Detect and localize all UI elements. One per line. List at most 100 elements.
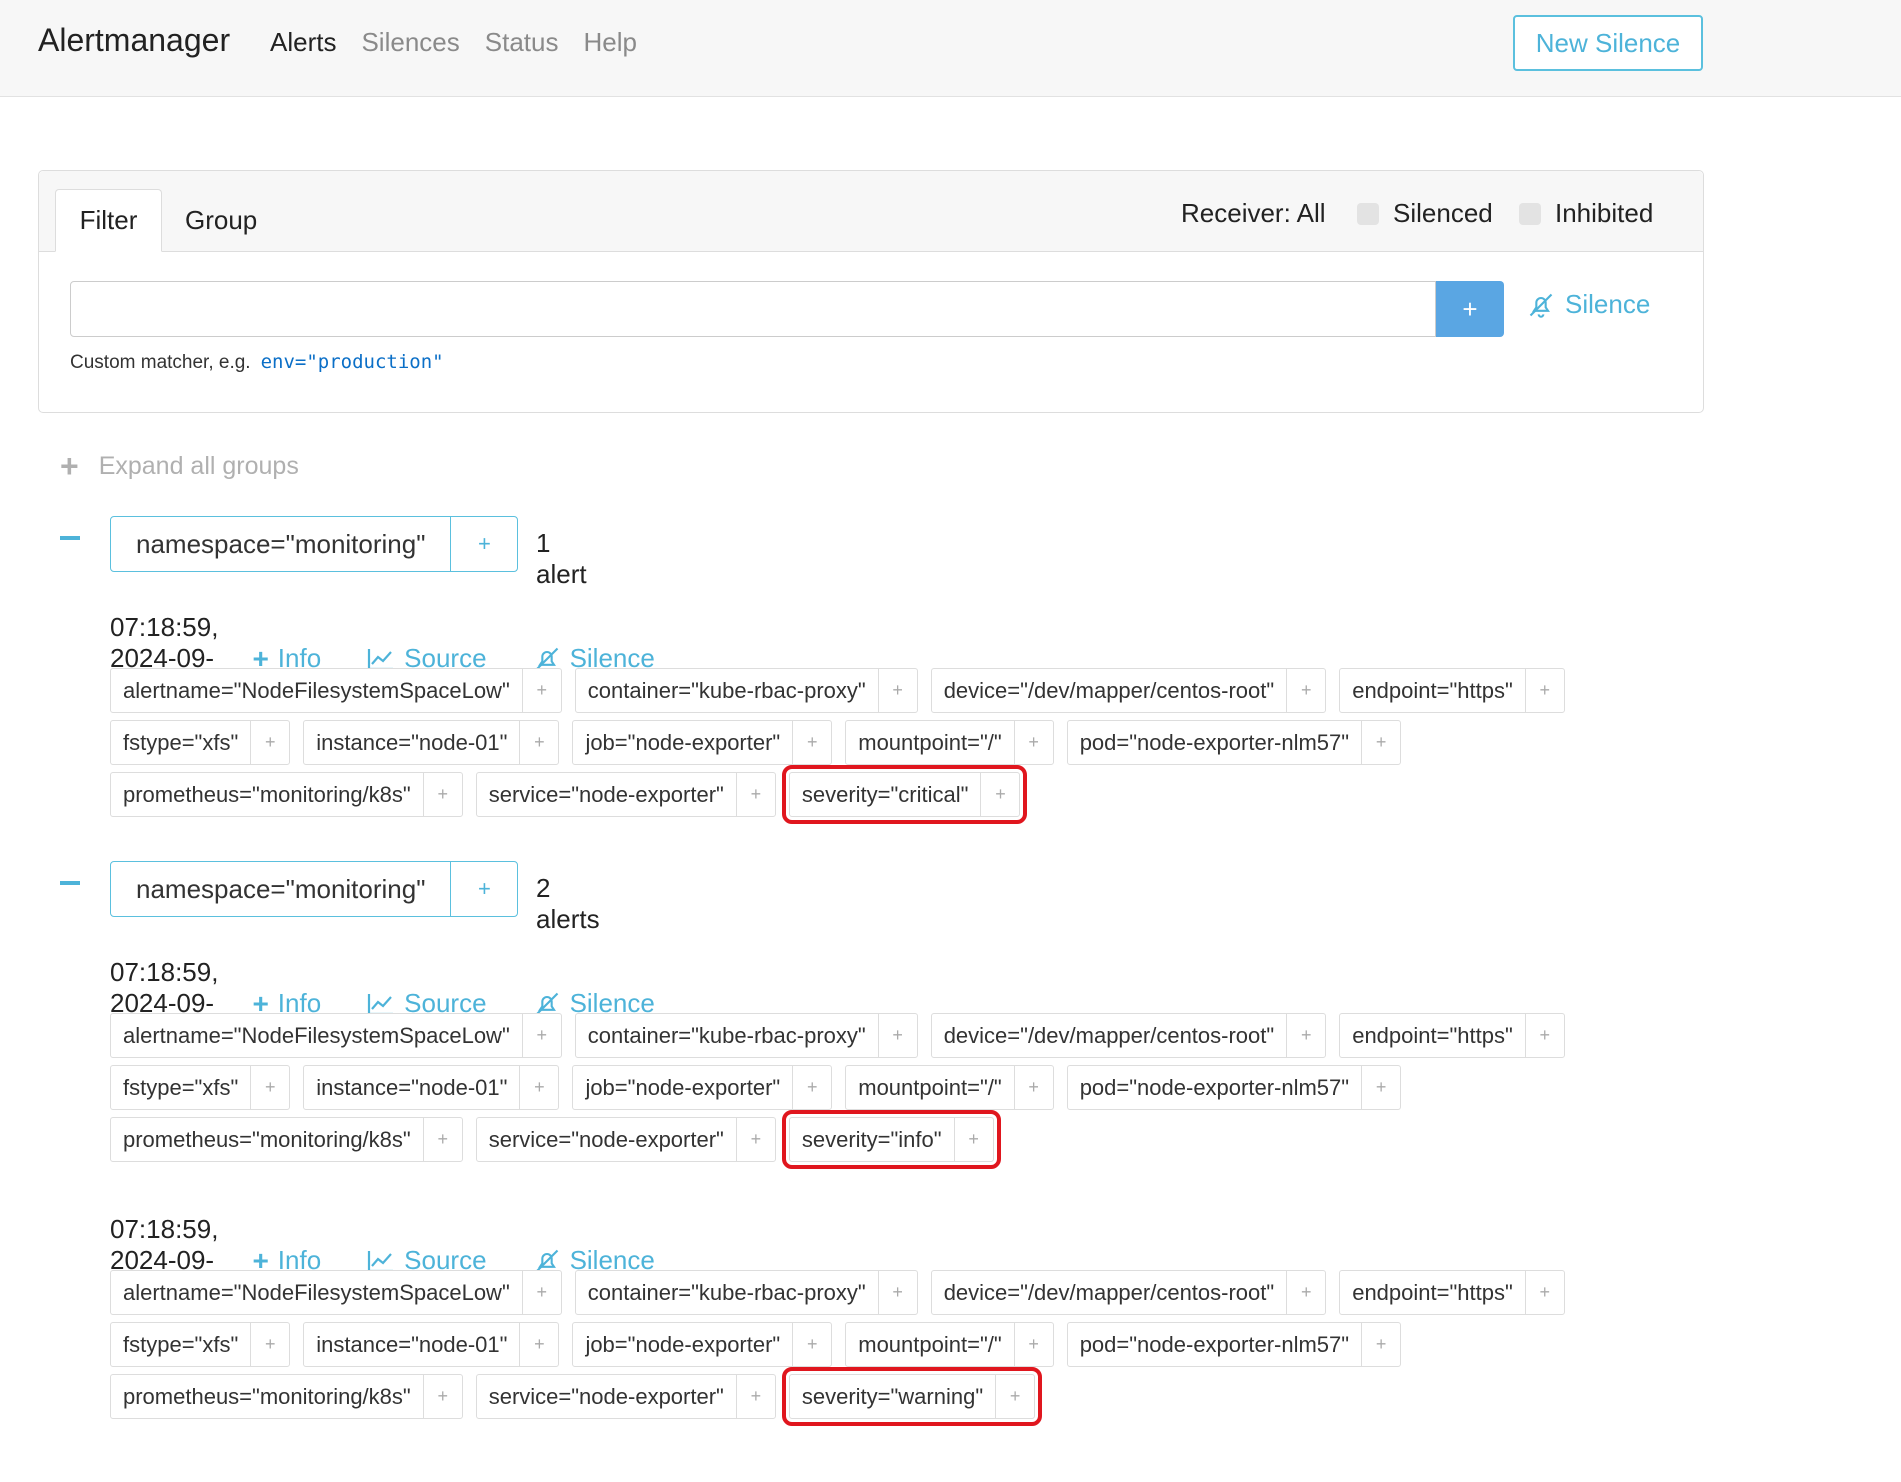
label-chip[interactable]: severity="warning" +	[781, 1367, 1043, 1426]
label-add-button[interactable]: +	[996, 1375, 1034, 1418]
label-chip[interactable]: alertname="NodeFilesystemSpaceLow" +	[110, 1013, 562, 1058]
label-chip-text[interactable]: prometheus="monitoring/k8s"	[111, 773, 424, 816]
label-add-button[interactable]: +	[737, 1118, 775, 1161]
label-chip-text[interactable]: endpoint="https"	[1340, 1271, 1526, 1314]
label-add-button[interactable]: +	[1015, 1066, 1053, 1109]
label-chip-text[interactable]: prometheus="monitoring/k8s"	[111, 1118, 424, 1161]
brand-logo[interactable]: Alertmanager	[38, 22, 230, 59]
label-chip[interactable]: prometheus="monitoring/k8s" +	[110, 1117, 463, 1162]
label-add-button[interactable]: +	[1015, 1323, 1053, 1366]
label-chip-text[interactable]: endpoint="https"	[1340, 1014, 1526, 1057]
label-add-button[interactable]: +	[520, 721, 558, 764]
label-add-button[interactable]: +	[1015, 721, 1053, 764]
label-chip[interactable]: fstype="xfs" +	[110, 1065, 291, 1110]
filter-silence-button[interactable]: Silence	[1527, 289, 1650, 320]
label-chip-text[interactable]: device="/dev/mapper/centos-root"	[932, 669, 1288, 712]
label-chip-text[interactable]: prometheus="monitoring/k8s"	[111, 1375, 424, 1418]
expand-all-groups[interactable]: + Expand all groups	[60, 450, 299, 482]
label-add-button[interactable]: +	[793, 1066, 831, 1109]
nav-status[interactable]: Status	[485, 27, 559, 58]
receiver-dropdown[interactable]: Receiver: All	[1181, 198, 1326, 229]
label-chip[interactable]: mountpoint="/" +	[845, 1322, 1054, 1367]
label-chip-text[interactable]: mountpoint="/"	[846, 1323, 1015, 1366]
label-chip-text[interactable]: device="/dev/mapper/centos-root"	[932, 1014, 1288, 1057]
label-add-button[interactable]: +	[251, 1323, 289, 1366]
label-chip-text[interactable]: severity="warning"	[790, 1375, 997, 1418]
label-add-button[interactable]: +	[424, 1118, 462, 1161]
label-chip[interactable]: device="/dev/mapper/centos-root" +	[930, 1270, 1327, 1315]
label-chip[interactable]: pod="node-exporter-nlm57" +	[1066, 1065, 1402, 1110]
label-add-button[interactable]: +	[737, 1375, 775, 1418]
label-add-button[interactable]: +	[1362, 1323, 1400, 1366]
label-add-button[interactable]: +	[520, 1066, 558, 1109]
label-chip-text[interactable]: job="node-exporter"	[573, 1066, 794, 1109]
silenced-checkbox[interactable]: Silenced	[1357, 198, 1493, 229]
label-chip-text[interactable]: fstype="xfs"	[111, 1323, 252, 1366]
nav-help[interactable]: Help	[583, 27, 636, 58]
label-add-button[interactable]: +	[1287, 669, 1325, 712]
label-chip-text[interactable]: severity="info"	[790, 1118, 955, 1161]
label-chip[interactable]: instance="node-01" +	[303, 1322, 560, 1367]
new-silence-button[interactable]: New Silence	[1513, 15, 1703, 71]
label-chip[interactable]: alertname="NodeFilesystemSpaceLow" +	[110, 668, 562, 713]
label-chip-text[interactable]: service="node-exporter"	[477, 1375, 737, 1418]
label-chip[interactable]: severity="info" +	[781, 1110, 1001, 1169]
label-add-button[interactable]: +	[1362, 721, 1400, 764]
label-chip[interactable]: pod="node-exporter-nlm57" +	[1066, 1322, 1402, 1367]
tab-filter[interactable]: Filter	[55, 189, 162, 252]
label-add-button[interactable]: +	[737, 773, 775, 816]
nav-alerts[interactable]: Alerts	[270, 27, 336, 58]
label-chip[interactable]: endpoint="https" +	[1339, 668, 1565, 713]
label-chip-text[interactable]: instance="node-01"	[304, 1323, 521, 1366]
label-chip-text[interactable]: endpoint="https"	[1340, 669, 1526, 712]
label-add-button[interactable]: +	[955, 1118, 993, 1161]
label-chip[interactable]: prometheus="monitoring/k8s" +	[110, 1374, 463, 1419]
collapse-minus-icon[interactable]	[60, 536, 80, 540]
label-add-button[interactable]: +	[1287, 1014, 1325, 1057]
label-add-button[interactable]: +	[523, 669, 561, 712]
tab-group[interactable]: Group	[185, 205, 257, 236]
label-chip-text[interactable]: pod="node-exporter-nlm57"	[1068, 721, 1363, 764]
label-chip[interactable]: service="node-exporter" +	[475, 772, 776, 817]
label-chip[interactable]: fstype="xfs" +	[110, 720, 291, 765]
label-chip[interactable]: job="node-exporter" +	[572, 1322, 833, 1367]
group-label-add-button[interactable]: +	[451, 862, 517, 916]
label-chip-text[interactable]: service="node-exporter"	[477, 1118, 737, 1161]
label-chip[interactable]: container="kube-rbac-proxy" +	[574, 668, 918, 713]
filter-input[interactable]	[70, 281, 1436, 337]
nav-silences[interactable]: Silences	[361, 27, 459, 58]
label-chip-text[interactable]: job="node-exporter"	[573, 1323, 794, 1366]
label-chip-text[interactable]: container="kube-rbac-proxy"	[576, 1014, 879, 1057]
label-chip[interactable]: severity="critical" +	[781, 765, 1028, 824]
label-add-button[interactable]: +	[520, 1323, 558, 1366]
label-chip-text[interactable]: service="node-exporter"	[477, 773, 737, 816]
inhibited-checkbox-box[interactable]	[1519, 202, 1541, 225]
label-chip[interactable]: fstype="xfs" +	[110, 1322, 291, 1367]
label-chip[interactable]: service="node-exporter" +	[475, 1374, 776, 1419]
label-chip[interactable]: device="/dev/mapper/centos-root" +	[930, 1013, 1327, 1058]
label-add-button[interactable]: +	[879, 1014, 917, 1057]
label-chip[interactable]: service="node-exporter" +	[475, 1117, 776, 1162]
silenced-checkbox-box[interactable]	[1357, 202, 1379, 225]
label-chip[interactable]: endpoint="https" +	[1339, 1013, 1565, 1058]
label-chip-text[interactable]: alertname="NodeFilesystemSpaceLow"	[111, 1271, 523, 1314]
group-label-add-button[interactable]: +	[451, 517, 517, 571]
label-chip[interactable]: job="node-exporter" +	[572, 720, 833, 765]
label-chip[interactable]: pod="node-exporter-nlm57" +	[1066, 720, 1402, 765]
label-chip[interactable]: container="kube-rbac-proxy" +	[574, 1270, 918, 1315]
label-add-button[interactable]: +	[424, 773, 462, 816]
label-chip[interactable]: instance="node-01" +	[303, 1065, 560, 1110]
label-chip-text[interactable]: instance="node-01"	[304, 721, 521, 764]
label-chip-text[interactable]: alertname="NodeFilesystemSpaceLow"	[111, 669, 523, 712]
label-chip[interactable]: prometheus="monitoring/k8s" +	[110, 772, 463, 817]
label-chip[interactable]: device="/dev/mapper/centos-root" +	[930, 668, 1327, 713]
collapse-minus-icon[interactable]	[60, 881, 80, 885]
label-chip-text[interactable]: alertname="NodeFilesystemSpaceLow"	[111, 1014, 523, 1057]
label-chip-text[interactable]: device="/dev/mapper/centos-root"	[932, 1271, 1288, 1314]
label-chip-text[interactable]: job="node-exporter"	[573, 721, 794, 764]
label-add-button[interactable]: +	[1287, 1271, 1325, 1314]
label-add-button[interactable]: +	[1526, 1271, 1564, 1314]
label-chip-text[interactable]: mountpoint="/"	[846, 721, 1015, 764]
label-chip-text[interactable]: instance="node-01"	[304, 1066, 521, 1109]
label-chip-text[interactable]: pod="node-exporter-nlm57"	[1068, 1323, 1363, 1366]
